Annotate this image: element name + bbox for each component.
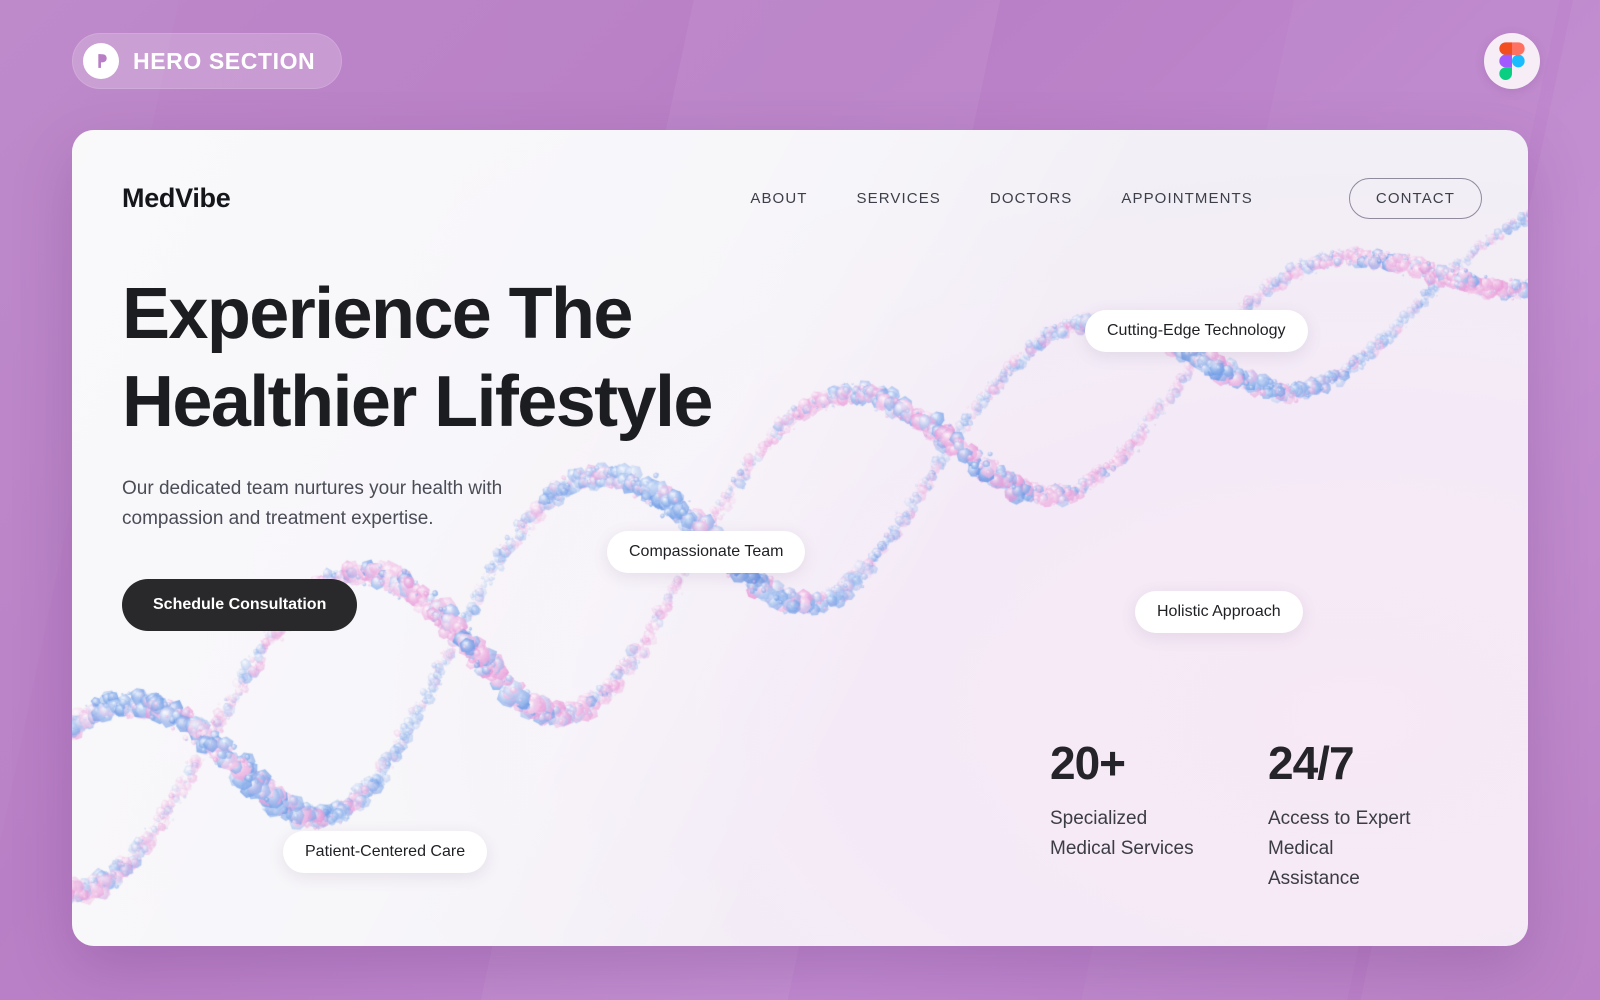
stat-value: 24/7 [1268,737,1355,789]
site-navigation: MedVibe ABOUT SERVICES DOCTORS APPOINTME… [122,175,1482,221]
nav-link-list: ABOUT SERVICES DOCTORS APPOINTMENTS CONT… [750,177,1482,219]
hero-section-badge: HERO SECTION [72,33,343,89]
hero-card: MedVibe ABOUT SERVICES DOCTORS APPOINTME… [72,130,1528,946]
feature-pill-patient-centered-care[interactable]: Patient-Centered Care [283,831,488,873]
nav-link-appointments[interactable]: APPOINTMENTS [1121,190,1253,207]
brand-logo[interactable]: MedVibe [122,183,231,214]
nav-link-doctors[interactable]: DOCTORS [990,190,1072,207]
stats-group: 20+ Specialized Medical Services 24/7 Ac… [1050,740,1428,894]
nav-link-about[interactable]: ABOUT [750,190,807,207]
nav-contact-button[interactable]: CONTACT [1348,177,1482,219]
hero-copy-block: Experience The Healthier Lifestyle Our d… [122,270,713,631]
figma-logo-icon[interactable] [1484,33,1540,89]
hero-section-badge-label: HERO SECTION [133,47,316,74]
hero-subcopy: Our dedicated team nurtures your health … [122,478,503,529]
stat-label: Access to Expert Medical Assistance [1268,808,1411,889]
figma-p-mark-icon [83,43,119,79]
feature-pill-holistic-approach[interactable]: Holistic Approach [1135,591,1303,633]
feature-pill-cutting-edge-technology[interactable]: Cutting-Edge Technology [1085,310,1308,352]
schedule-consultation-button[interactable]: Schedule Consultation [122,579,358,631]
page-title: Experience The Healthier Lifestyle [122,274,713,442]
stat-value: 20+ [1050,737,1126,789]
nav-link-services[interactable]: SERVICES [857,190,941,207]
stat-label: Specialized Medical Services [1050,808,1194,859]
stat-item: 20+ Specialized Medical Services [1050,740,1210,894]
screenshot-canvas: HERO SECTION MedVibe ABOUT SERVICES DOCT… [0,0,1600,1000]
stat-item: 24/7 Access to Expert Medical Assistance [1268,740,1428,894]
